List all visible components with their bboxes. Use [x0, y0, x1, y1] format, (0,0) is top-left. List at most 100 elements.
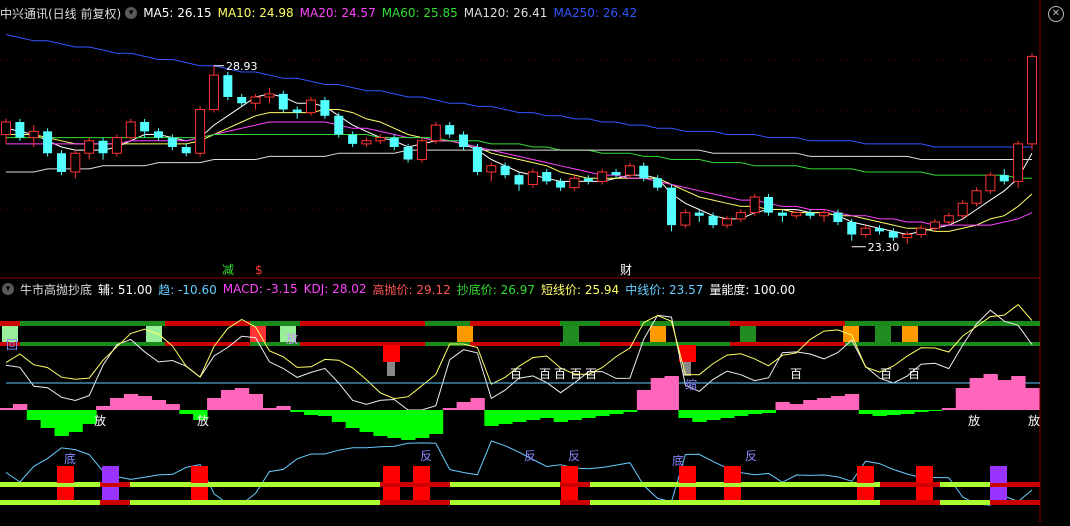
histogram-bar — [830, 396, 846, 410]
histogram-bar — [955, 388, 971, 410]
ma-line-ma120 — [6, 149, 1032, 173]
histogram-bar — [359, 410, 374, 432]
histogram-bar — [622, 410, 638, 412]
candle-body — [888, 231, 898, 238]
bottom-signal-box — [102, 487, 119, 500]
candle-body — [527, 171, 538, 185]
signal-rail-segment — [300, 342, 425, 346]
bottom-signal-box — [57, 487, 74, 500]
sub-indicator: 量能度: 100.00 — [709, 282, 796, 297]
candle-body — [472, 147, 482, 172]
candle-body — [250, 96, 261, 104]
histogram-bar — [220, 390, 236, 410]
histogram-bar — [900, 410, 915, 414]
ma-indicator: MA60: 25.85 — [381, 6, 458, 20]
stock-title: 中兴通讯(日线 前复权) — [0, 6, 122, 21]
candle-body — [403, 147, 413, 160]
signal-label: 放 — [968, 413, 980, 428]
histogram-bar — [997, 380, 1012, 410]
histogram-bar — [123, 394, 139, 410]
histogram-bar — [539, 410, 555, 418]
histogram-bar — [1011, 376, 1026, 410]
chart-marker-text: 财 — [620, 263, 632, 277]
histogram-bar — [747, 410, 763, 414]
histogram-bar — [40, 410, 56, 428]
histogram-bar — [844, 394, 860, 410]
histogram-bar — [928, 410, 943, 411]
sub-indicator: 趋: -10.60 — [158, 282, 217, 297]
candle-body — [624, 165, 635, 176]
candle-body — [929, 221, 940, 229]
indicator-dropdown-icon[interactable]: ▾ — [125, 7, 138, 19]
candle-body — [278, 93, 288, 110]
candle-body — [847, 222, 857, 235]
main-header: 中兴通讯(日线 前复权) ▾ MA5: 26.15 MA10: 24.98 MA20… — [0, 4, 643, 22]
histogram-bar — [12, 404, 28, 410]
histogram-bar — [345, 410, 361, 428]
chart-marker-text: $ — [255, 263, 263, 277]
bottom-rail-segment — [990, 500, 1040, 505]
histogram-bar — [234, 388, 250, 410]
candle-body — [208, 74, 219, 110]
candle-body — [98, 140, 108, 154]
candle-body — [306, 99, 317, 114]
candle-body — [916, 227, 927, 235]
signal-rail-segment — [300, 321, 425, 326]
candle-body — [860, 227, 871, 235]
candle-body — [764, 197, 774, 213]
sub-indicator: 高抛价: 29.12 — [372, 282, 451, 297]
histogram-bar — [692, 410, 707, 422]
histogram-bar — [914, 410, 929, 412]
histogram-bar — [609, 410, 624, 414]
signal-label: 反 — [524, 449, 536, 463]
histogram-bar — [733, 410, 749, 416]
histogram-bar — [789, 404, 804, 410]
candle-body — [999, 175, 1009, 182]
bottom-rail-segment — [380, 500, 450, 505]
bottom-signal-box — [724, 466, 741, 483]
histogram-bar — [983, 374, 998, 410]
candle-body — [84, 140, 95, 154]
bottom-signal-box — [383, 466, 400, 483]
bottom-signal-box — [916, 466, 933, 483]
candle-body — [154, 131, 164, 138]
signal-label: 百 — [585, 367, 597, 381]
signal-label: 反 — [745, 449, 757, 463]
chart-marker-text: 减 — [222, 263, 234, 277]
bottom-signal-box — [857, 487, 874, 500]
sub-indicator: 抄底价: 26.97 — [456, 282, 535, 297]
histogram-bar — [581, 410, 596, 418]
histogram-bar — [512, 410, 527, 422]
candle-body — [348, 134, 358, 144]
histogram-bar — [636, 390, 652, 410]
candle-body — [181, 147, 191, 154]
histogram-bar — [96, 406, 111, 410]
histogram-bar — [331, 410, 347, 422]
candle-body — [902, 234, 913, 239]
candle-body — [639, 165, 649, 179]
histogram-bar — [817, 398, 832, 410]
bottom-signal-box — [191, 466, 208, 483]
candle-body — [542, 172, 552, 182]
indicator-dropdown-icon[interactable]: ▾ — [2, 283, 14, 295]
signal-box — [650, 326, 666, 342]
signal-label: 放 — [1028, 413, 1040, 428]
candle-body — [971, 190, 982, 204]
trend-line — [5, 440, 1033, 506]
histogram-bar — [775, 402, 790, 410]
signal-rail-segment — [0, 321, 20, 326]
signal-label: 百 — [880, 367, 892, 381]
histogram-bar — [304, 410, 319, 415]
signal-rail-segment — [600, 321, 640, 326]
histogram-bar — [387, 410, 402, 438]
signal-label: 百 — [790, 367, 802, 381]
candle-body — [514, 175, 524, 185]
sub-indicator: MACD: -3.15 — [222, 282, 298, 296]
bottom-signal-box — [679, 487, 696, 500]
bottom-rail-segment — [880, 500, 940, 505]
settings-icon[interactable]: ✕ — [1048, 6, 1064, 22]
histogram-bar — [109, 398, 125, 410]
histogram-bar — [290, 410, 305, 412]
bottom-signal-box — [724, 487, 741, 500]
histogram-bar — [720, 410, 735, 418]
